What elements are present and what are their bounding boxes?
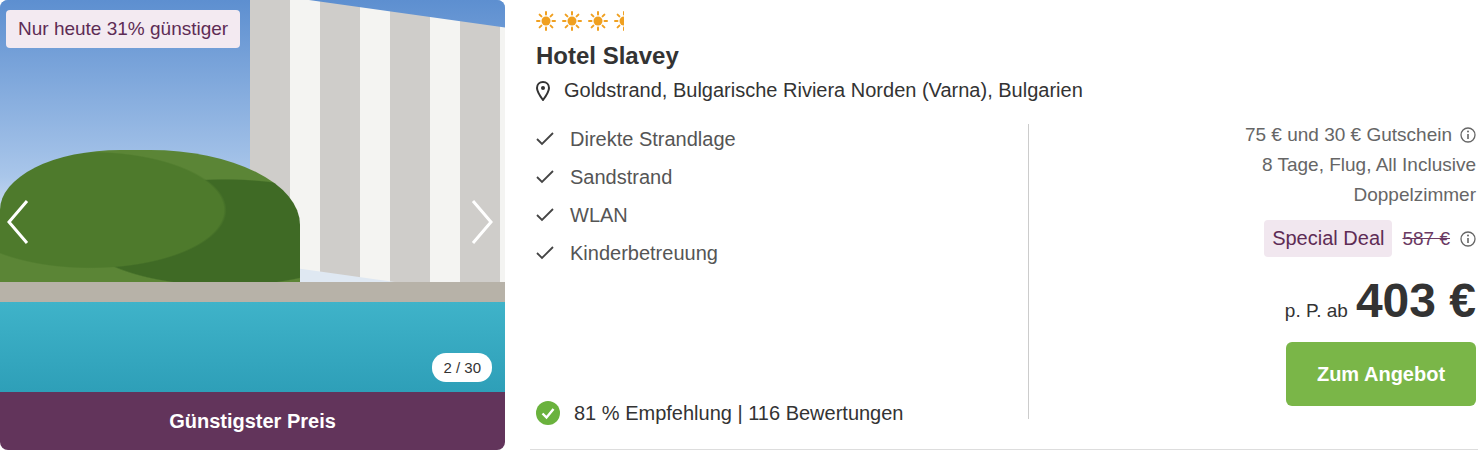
feature-item: Sandstrand [536, 158, 1028, 196]
image-counter: 2 / 30 [432, 353, 492, 382]
feature-list: Direkte StrandlageSandstrandWLANKinderbe… [536, 120, 1028, 272]
feature-item: WLAN [536, 196, 1028, 234]
check-icon [536, 132, 554, 146]
sun-icon [614, 11, 624, 31]
offer: 75 € und 30 € Gutschein8 Tage, Flug, All… [1029, 120, 1478, 419]
voucher: 75 € und 30 € Gutschein [1245, 120, 1476, 150]
hotel-photo: Nur heute 31% günstiger 2 / 30 [0, 0, 505, 392]
sun-icon [536, 11, 556, 31]
cheapest-price-bar: Günstigster Preis [0, 392, 505, 450]
next-arrow-icon[interactable] [467, 197, 497, 247]
room-type: Doppelzimmer [1354, 180, 1476, 210]
discount-badge: Nur heute 31% günstiger [6, 10, 240, 48]
check-icon [536, 246, 554, 260]
hotel-name[interactable]: Hotel Slavey [536, 42, 1478, 70]
check-circle-icon [536, 401, 560, 425]
recommendation: 81 % Empfehlung | 116 Bewertungen [536, 401, 1028, 425]
hotel-card: Nur heute 31% günstiger 2 / 30 Günstigster… [0, 0, 1478, 450]
info-icon[interactable] [1460, 231, 1476, 247]
hotel-info: Hotel Slavey Goldstrand, Bulgarische Rivi… [530, 0, 1478, 450]
check-icon [536, 208, 554, 222]
special-deal-badge: Special Deal [1264, 220, 1392, 257]
gallery: Nur heute 31% günstiger 2 / 30 Günstigster… [0, 0, 505, 450]
divider [1028, 124, 1029, 419]
old-price: 587 € [1402, 228, 1450, 250]
travel-details: 8 Tage, Flug, All Inclusive [1262, 150, 1476, 180]
feature-item: Direkte Strandlage [536, 120, 1028, 158]
pin-icon [536, 81, 550, 101]
feature-item: Kinderbetreuung [536, 234, 1028, 272]
price: p. P. ab403 € [1285, 273, 1476, 328]
offer-button[interactable]: Zum Angebot [1286, 342, 1476, 406]
star-rating [536, 10, 1478, 32]
sun-icon [562, 11, 582, 31]
prev-arrow-icon[interactable] [3, 197, 33, 247]
check-icon [536, 170, 554, 184]
location: Goldstrand, Bulgarische Riviera Norden (… [536, 79, 1478, 102]
info-icon[interactable] [1460, 127, 1476, 143]
sun-icon [588, 11, 608, 31]
